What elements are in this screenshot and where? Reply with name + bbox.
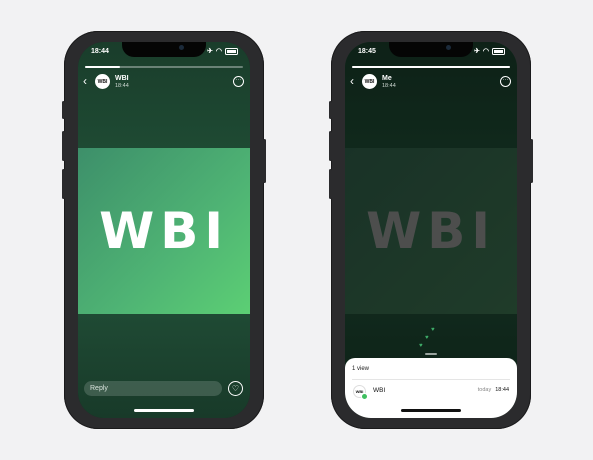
story-screen: 18:44 ✈ ◠ ‹ WBI WBI 18:44 ··· WBI Reply … xyxy=(78,42,250,418)
heart-icon: ♥ xyxy=(425,335,429,341)
chevron-left-icon[interactable]: ‹ xyxy=(350,74,354,88)
airplane-icon: ✈ xyxy=(207,48,213,55)
online-dot xyxy=(361,393,368,400)
battery-icon xyxy=(492,48,505,55)
viewed-clock: 18:44 xyxy=(495,387,509,393)
notch xyxy=(122,42,206,57)
battery-icon xyxy=(225,48,238,55)
contact-name: WBI xyxy=(115,75,129,82)
power-button xyxy=(263,139,266,183)
viewer-name: WBI xyxy=(373,387,386,394)
viewer-row[interactable]: WBI WBI today 18:44 xyxy=(345,384,517,400)
story-progress-bar xyxy=(352,66,510,68)
status-time: 18:45 xyxy=(358,48,376,55)
story-viewers-screen: 18:45 ✈ ◠ ‹ WBI Me 18:44 ··· WBI ♥ ♥ ♥ 1… xyxy=(345,42,517,418)
home-indicator xyxy=(401,409,461,412)
status-time: 18:44 xyxy=(91,48,109,55)
volume-down-button xyxy=(62,169,65,199)
story-header: ‹ WBI WBI 18:44 ··· xyxy=(78,72,250,92)
notch xyxy=(389,42,473,57)
wifi-icon: ◠ xyxy=(215,48,222,55)
post-time: 18:44 xyxy=(115,83,129,89)
story-card: WBI xyxy=(78,148,250,314)
volume-up-button xyxy=(329,131,332,161)
heart-icon[interactable]: ♡ xyxy=(228,381,243,396)
contact-name: Me xyxy=(382,75,392,82)
story-header: ‹ WBI Me 18:44 ··· xyxy=(345,72,517,92)
airplane-icon: ✈ xyxy=(474,48,480,55)
mute-switch xyxy=(329,101,332,119)
power-button xyxy=(530,139,533,183)
volume-down-button xyxy=(329,169,332,199)
sheet-grabber[interactable] xyxy=(425,353,437,355)
divider xyxy=(352,379,510,380)
viewed-time: today 18:44 xyxy=(478,387,509,393)
more-icon[interactable]: ··· xyxy=(233,76,244,87)
story-text: WBI xyxy=(99,202,229,260)
story-progress-bar xyxy=(85,66,243,68)
home-indicator xyxy=(134,409,194,412)
mute-switch xyxy=(62,101,65,119)
post-time: 18:44 xyxy=(382,83,396,89)
avatar[interactable]: WBI xyxy=(95,74,110,89)
views-count: 1 view xyxy=(352,366,370,372)
heart-icon: ♥ xyxy=(431,327,435,333)
phone-frame-left: 18:44 ✈ ◠ ‹ WBI WBI 18:44 ··· WBI Reply … xyxy=(62,31,266,429)
wifi-icon: ◠ xyxy=(482,48,489,55)
phone-frame-right: 18:45 ✈ ◠ ‹ WBI Me 18:44 ··· WBI ♥ ♥ ♥ 1… xyxy=(329,31,533,429)
more-icon[interactable]: ··· xyxy=(500,76,511,87)
avatar[interactable]: WBI xyxy=(362,74,377,89)
volume-up-button xyxy=(62,131,65,161)
viewed-day: today xyxy=(477,387,492,393)
heart-icon: ♥ xyxy=(419,343,423,349)
reply-input[interactable]: Reply xyxy=(84,381,222,396)
chevron-left-icon[interactable]: ‹ xyxy=(83,74,87,88)
